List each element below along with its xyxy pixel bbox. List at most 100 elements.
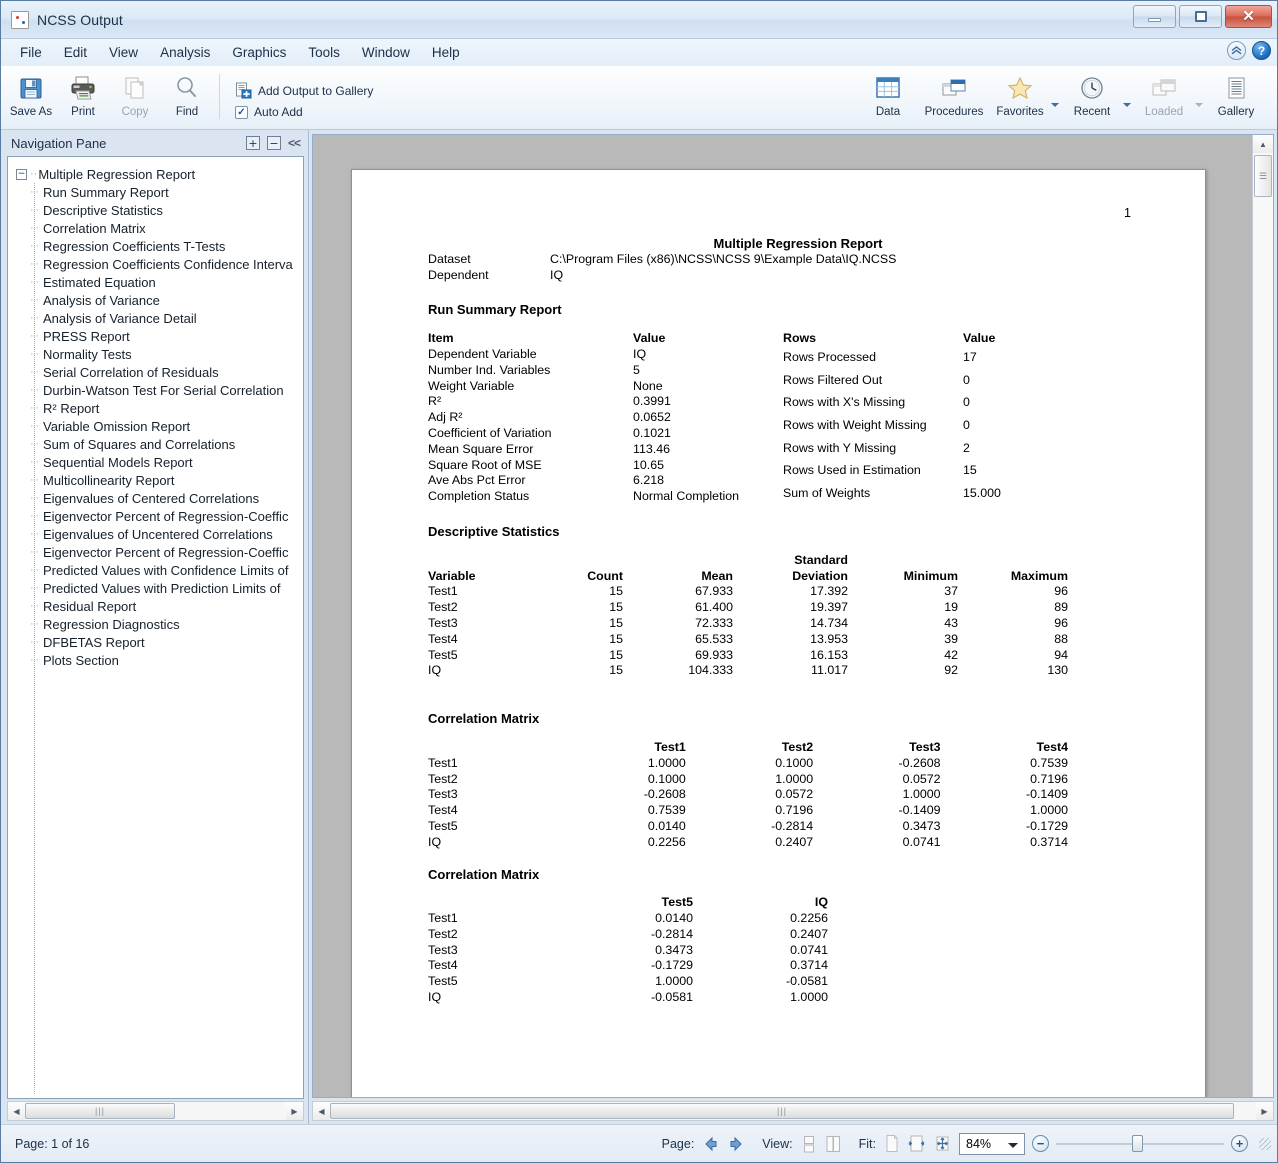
table-cell: 0.7196 <box>775 803 814 818</box>
expand-all-button[interactable]: + <box>245 136 260 150</box>
tree-item[interactable]: ··· Regression Coefficients T-Tests <box>8 237 303 255</box>
table-cell: 15 <box>609 615 623 630</box>
tree-item[interactable]: ··· Eigenvalues of Centered Correlations <box>8 489 303 507</box>
document-viewport: 1 Multiple Regression Report Dataset C:\… <box>312 134 1274 1098</box>
fit-width-button[interactable] <box>907 1134 926 1153</box>
menu-analysis[interactable]: Analysis <box>149 41 221 64</box>
print-button[interactable]: Print <box>57 68 109 118</box>
menu-tools[interactable]: Tools <box>297 41 351 64</box>
previous-page-button[interactable] <box>702 1135 720 1153</box>
tree-item[interactable]: ··· Regression Diagnostics <box>8 615 303 633</box>
navigation-pane-hscrollbar[interactable]: ◀ ||| ▶ <box>7 1101 304 1121</box>
tree-item[interactable]: ··· Predicted Values with Prediction Limi… <box>8 579 303 597</box>
nav-scroll-track[interactable]: ||| <box>25 1102 286 1120</box>
tree-item[interactable]: ··· Regression Coefficients Confidence In… <box>8 255 303 273</box>
next-page-button[interactable] <box>727 1135 745 1153</box>
tree-item[interactable]: ··· Analysis of Variance Detail <box>8 309 303 327</box>
find-button[interactable]: Find <box>161 68 213 118</box>
loaded-button[interactable]: Loaded <box>1131 68 1197 118</box>
document-hscrollbar[interactable]: ◀ ||| ▶ <box>312 1101 1274 1121</box>
tree-toggle-icon[interactable]: − <box>16 168 27 180</box>
navigation-tree[interactable]: − ·· Multiple Regression Report ··· Run S… <box>7 156 304 1099</box>
tree-item[interactable]: ··· R² Report <box>8 399 303 417</box>
table-header-cell: Test3 <box>909 739 941 754</box>
data-button[interactable]: Data <box>855 68 921 118</box>
table-row: Test1 0.0140 0.2256 <box>428 911 828 927</box>
procedures-button[interactable]: Procedures <box>921 68 987 118</box>
tree-item[interactable]: ··· Sum of Squares and Correlations <box>8 435 303 453</box>
collapse-all-button[interactable]: − <box>266 136 281 150</box>
tree-item[interactable]: ··· Residual Report <box>8 597 303 615</box>
tree-item[interactable]: ··· Normality Tests <box>8 345 303 363</box>
recent-dropdown-caret[interactable] <box>1123 103 1131 107</box>
tree-item-connector: ··· <box>30 384 39 396</box>
fit-page-button[interactable] <box>884 1134 900 1153</box>
tree-item[interactable]: ··· Run Summary Report <box>8 183 303 201</box>
menu-file[interactable]: File <box>9 41 53 64</box>
tree-item[interactable]: ··· PRESS Report <box>8 327 303 345</box>
zoom-in-button[interactable]: + <box>1231 1135 1248 1152</box>
doc-hscroll-thumb[interactable]: ||| <box>330 1103 1234 1119</box>
view-side-by-side-button[interactable] <box>824 1135 842 1153</box>
doc-hscroll-track[interactable]: ||| <box>330 1102 1256 1120</box>
tree-item[interactable]: ··· Plots Section <box>8 651 303 669</box>
maximize-button[interactable] <box>1179 5 1222 28</box>
tree-item[interactable]: ··· Estimated Equation <box>8 273 303 291</box>
menu-edit[interactable]: Edit <box>53 41 98 64</box>
minimize-button[interactable] <box>1133 5 1176 28</box>
doc-vscroll-thumb[interactable]: ☰ <box>1254 155 1272 197</box>
menu-graphics[interactable]: Graphics <box>221 41 297 64</box>
save-as-button[interactable]: Save As <box>5 68 57 118</box>
doc-vscroll-track[interactable]: ☰ <box>1253 153 1273 1097</box>
tree-item[interactable]: ··· Eigenvector Percent of Regression-Coe… <box>8 543 303 561</box>
table-cell: -0.1409 <box>1025 787 1068 802</box>
loaded-dropdown-caret[interactable] <box>1195 103 1203 107</box>
doc-scroll-right-arrow[interactable]: ▶ <box>1256 1102 1273 1120</box>
hide-navigation-pane-button[interactable]: << <box>288 136 301 150</box>
nav-scroll-left-arrow[interactable]: ◀ <box>8 1102 25 1120</box>
doc-scroll-left-arrow[interactable]: ◀ <box>313 1102 330 1120</box>
table-row: Mean Square Error 113.46 <box>428 442 758 458</box>
tree-item[interactable]: ··· Durbin-Watson Test For Serial Correla… <box>8 381 303 399</box>
document-canvas[interactable]: 1 Multiple Regression Report Dataset C:\… <box>313 135 1252 1097</box>
tree-item[interactable]: ··· Eigenvector Percent of Regression-Coe… <box>8 507 303 525</box>
favorites-button[interactable]: Favorites <box>987 68 1053 118</box>
tree-item[interactable]: ··· Eigenvalues of Uncentered Correlation… <box>8 525 303 543</box>
close-button[interactable]: ✕ <box>1225 5 1272 28</box>
recent-button[interactable]: Recent <box>1059 68 1125 118</box>
view-stacked-button[interactable] <box>801 1135 817 1153</box>
view-label: View: <box>762 1136 793 1151</box>
tree-item[interactable]: ··· Variable Omission Report <box>8 417 303 435</box>
doc-scroll-up-arrow[interactable]: ▲ <box>1253 135 1273 153</box>
menu-view[interactable]: View <box>98 41 149 64</box>
tree-item[interactable]: ··· Serial Correlation of Residuals <box>8 363 303 381</box>
resize-grip[interactable] <box>1259 1137 1271 1150</box>
tree-item[interactable]: ··· Correlation Matrix <box>8 219 303 237</box>
zoom-slider[interactable] <box>1056 1135 1224 1152</box>
add-output-to-gallery-button[interactable]: Add Output to Gallery <box>230 79 378 102</box>
favorites-dropdown-caret[interactable] <box>1051 103 1059 107</box>
copy-button[interactable]: Copy <box>109 68 161 118</box>
gallery-button[interactable]: Gallery <box>1203 68 1269 118</box>
collapse-ribbon-icon[interactable] <box>1227 41 1246 60</box>
document-vscrollbar[interactable]: ▲ ☰ <box>1252 135 1273 1097</box>
tree-item[interactable]: ··· Multicollinearity Report <box>8 471 303 489</box>
fit-whole-page-button[interactable] <box>933 1134 952 1153</box>
menu-window[interactable]: Window <box>351 41 421 64</box>
tree-item[interactable]: ··· Predicted Values with Confidence Limi… <box>8 561 303 579</box>
nav-scroll-right-arrow[interactable]: ▶ <box>286 1102 303 1120</box>
tree-item[interactable]: ··· DFBETAS Report <box>8 633 303 651</box>
zoom-slider-knob[interactable] <box>1132 1135 1143 1152</box>
nav-scroll-thumb[interactable]: ||| <box>25 1103 175 1119</box>
tree-item[interactable]: ··· Analysis of Variance <box>8 291 303 309</box>
table-cell: 92 <box>944 663 958 678</box>
star-icon <box>1006 73 1034 103</box>
help-icon[interactable]: ? <box>1252 41 1271 60</box>
menu-help[interactable]: Help <box>421 41 471 64</box>
tree-item[interactable]: ··· Sequential Models Report <box>8 453 303 471</box>
auto-add-checkbox[interactable]: ✓ Auto Add <box>230 102 378 122</box>
zoom-out-button[interactable]: − <box>1032 1135 1049 1152</box>
zoom-level-select[interactable]: 84% <box>959 1132 1025 1155</box>
tree-item[interactable]: ··· Descriptive Statistics <box>8 201 303 219</box>
tree-root-multiple-regression-report[interactable]: − ·· Multiple Regression Report <box>8 165 303 183</box>
